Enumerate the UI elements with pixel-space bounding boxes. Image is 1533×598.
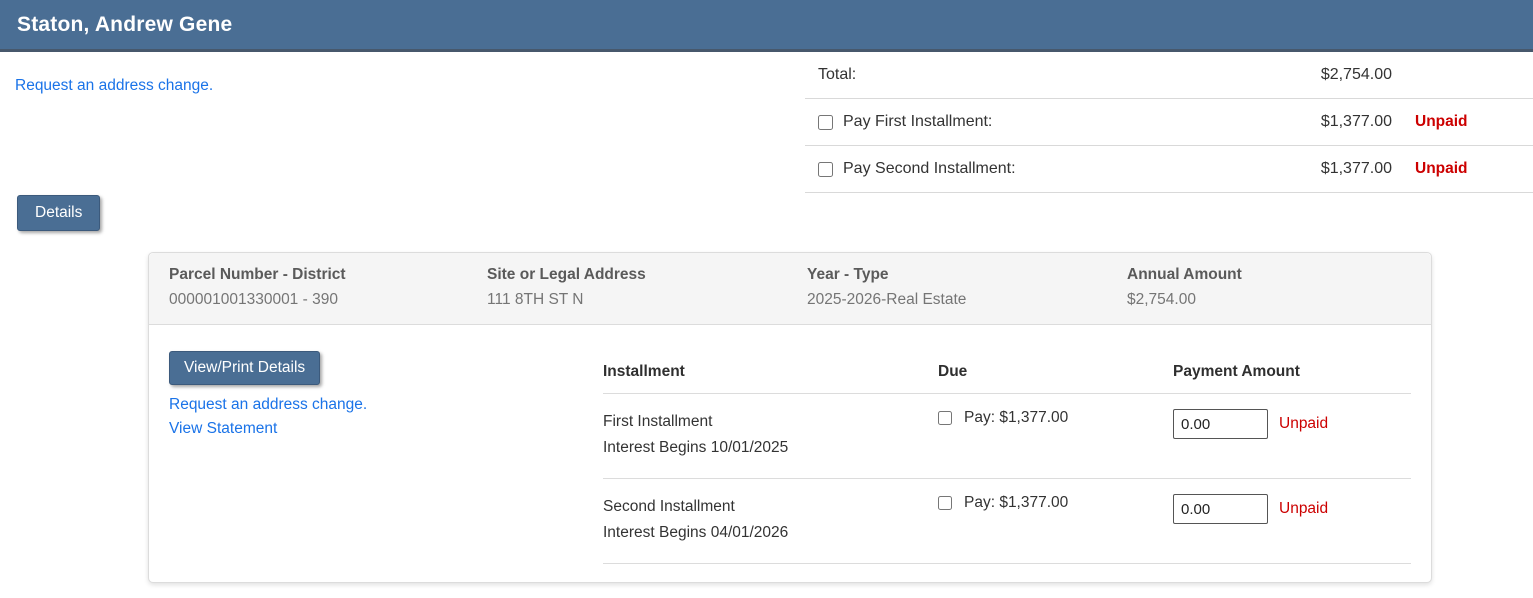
year-type-label: Year - Type	[807, 266, 889, 283]
total-row: Total: $2,754.00	[805, 52, 1533, 99]
totals-table: Total: $2,754.00 Pay First Installment: …	[805, 52, 1533, 193]
site-legal-address-col: Site or Legal Address 111 8TH ST N	[487, 266, 807, 309]
second-installment-payment-input[interactable]	[1173, 494, 1268, 524]
first-installment-payment-input[interactable]	[1173, 409, 1268, 439]
second-installment-row-status: Unpaid	[1279, 500, 1329, 517]
pay-second-installment-row: Pay Second Installment: $1,377.00 Unpaid	[805, 146, 1533, 193]
annual-amount-label: Annual Amount	[1127, 266, 1242, 283]
site-legal-address-value: 111 8TH ST N	[487, 291, 584, 308]
summary-section: Request an address change. Total: $2,754…	[0, 52, 1533, 193]
pay-first-installment-checkbox[interactable]	[818, 114, 833, 130]
pay-second-installment-label: Pay Second Installment:	[843, 160, 1016, 177]
taxpayer-name: Staton, Andrew Gene	[17, 12, 233, 36]
annual-amount-col: Annual Amount $2,754.00	[1127, 266, 1411, 309]
second-installment-amount: $1,377.00	[1320, 160, 1392, 177]
year-type-col: Year - Type 2025-2026-Real Estate	[807, 266, 1127, 309]
address-change-link-card[interactable]: Request an address change.	[169, 396, 603, 414]
view-statement-link[interactable]: View Statement	[169, 420, 603, 438]
second-installment-pay-checkbox[interactable]	[938, 496, 952, 510]
taxpayer-name-bar: Staton, Andrew Gene	[0, 0, 1533, 52]
parcel-actions: View/Print Details Request an address ch…	[169, 351, 603, 564]
first-installment-due: Pay: $1,377.00	[964, 409, 1069, 426]
address-change-link[interactable]: Request an address change.	[15, 77, 213, 95]
parcel-number-district-value: 000001001330001 - 390	[169, 291, 338, 308]
second-installment-interest-note: Interest Begins 04/01/2026	[603, 524, 789, 541]
parcel-card-body: View/Print Details Request an address ch…	[149, 325, 1431, 582]
second-installment-name: Second Installment	[603, 498, 735, 515]
total-amount: $2,754.00	[1320, 66, 1392, 83]
parcel-card: Parcel Number - District 000001001330001…	[148, 252, 1432, 583]
pay-second-installment-checkbox[interactable]	[818, 161, 833, 177]
first-installment-status: Unpaid	[1415, 113, 1468, 130]
second-installment-status: Unpaid	[1415, 160, 1468, 177]
installment-table-header: Installment Due Payment Amount	[603, 351, 1411, 394]
first-installment-row-status: Unpaid	[1279, 415, 1329, 432]
parcel-number-district-col: Parcel Number - District 000001001330001…	[169, 266, 487, 309]
pay-first-installment-label: Pay First Installment:	[843, 113, 993, 130]
details-button[interactable]: Details	[17, 195, 101, 231]
first-installment-pay-checkbox[interactable]	[938, 411, 952, 425]
second-installment-due: Pay: $1,377.00	[964, 494, 1069, 511]
site-legal-address-label: Site or Legal Address	[487, 266, 646, 283]
due-column-header: Due	[938, 363, 968, 380]
parcel-info-header: Parcel Number - District 000001001330001…	[149, 253, 1431, 325]
pay-first-installment-row: Pay First Installment: $1,377.00 Unpaid	[805, 99, 1533, 146]
first-installment-interest-note: Interest Begins 10/01/2025	[603, 439, 789, 456]
second-installment-table-row: Second Installment Interest Begins 04/01…	[603, 479, 1411, 564]
year-type-value: 2025-2026-Real Estate	[807, 291, 967, 308]
first-installment-amount: $1,377.00	[1320, 113, 1392, 130]
first-installment-table-row: First Installment Interest Begins 10/01/…	[603, 394, 1411, 479]
annual-amount-value: $2,754.00	[1127, 291, 1196, 308]
view-print-details-button[interactable]: View/Print Details	[169, 351, 321, 385]
total-label: Total:	[818, 66, 857, 83]
parcel-number-district-label: Parcel Number - District	[169, 266, 346, 283]
first-installment-name: First Installment	[603, 413, 713, 430]
installment-table: Installment Due Payment Amount First Ins…	[603, 351, 1411, 564]
installment-column-header: Installment	[603, 363, 685, 380]
payment-amount-column-header: Payment Amount	[1173, 363, 1300, 380]
